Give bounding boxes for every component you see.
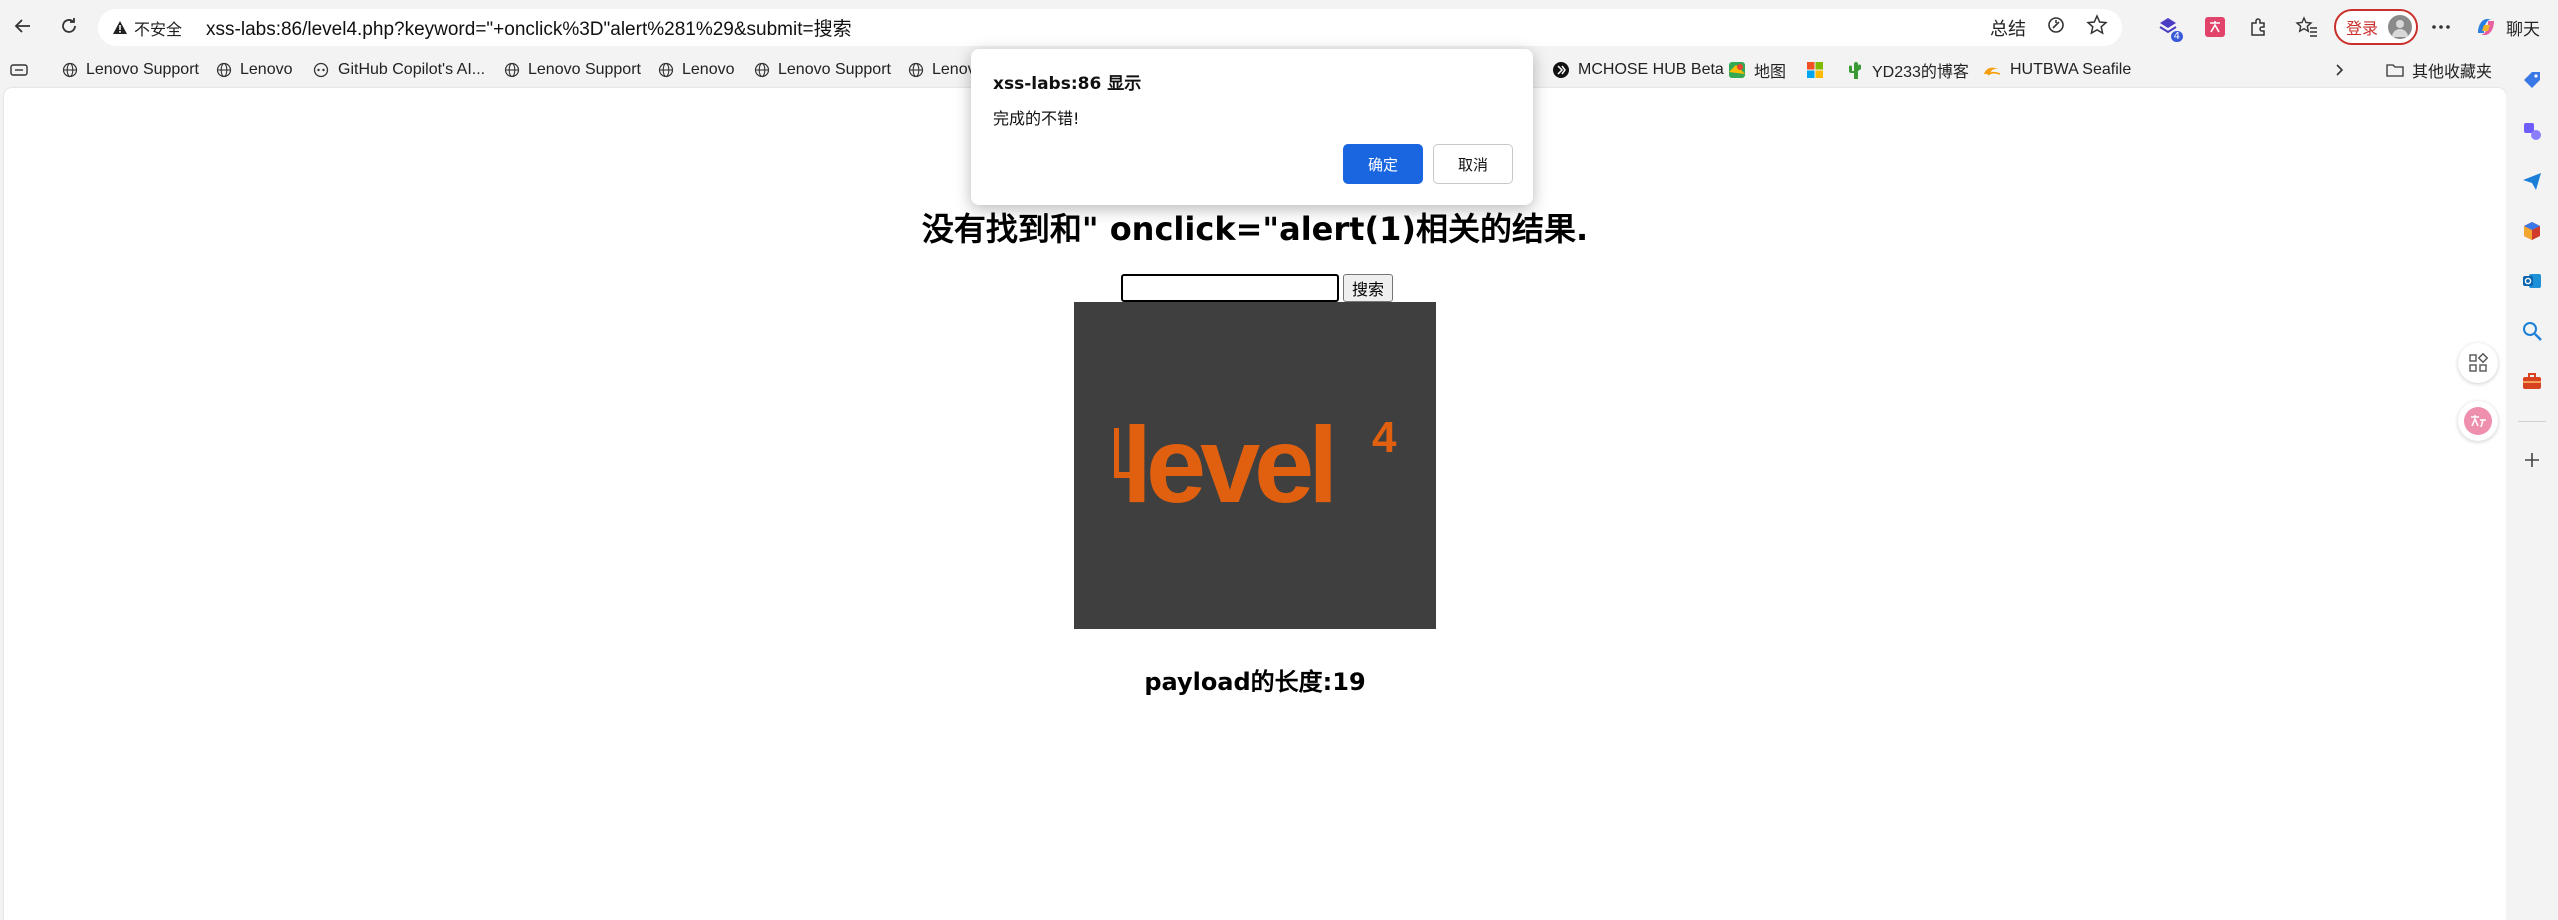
tag-icon[interactable] <box>2519 67 2545 93</box>
send-icon[interactable] <box>2519 168 2545 194</box>
games-icon[interactable] <box>2519 118 2545 144</box>
favorites-icon[interactable] <box>2292 12 2322 42</box>
bookmark-item[interactable]: GitHub Copilot's AI... <box>312 59 485 81</box>
avatar-icon <box>2388 15 2412 39</box>
seafile-icon <box>1984 67 2001 76</box>
mchose-icon <box>1553 62 1569 78</box>
extension-icon[interactable]: 4 <box>2153 12 2183 42</box>
bookmark-item[interactable]: Lenovo <box>658 59 735 81</box>
copilot-chat-button[interactable]: 聊天 <box>2472 12 2540 42</box>
globe-icon <box>658 62 674 78</box>
bookmark-item[interactable]: 地图 <box>1728 59 1786 81</box>
other-bookmarks-folder[interactable]: 其他收藏夹 <box>2386 59 2492 81</box>
ok-button[interactable]: 确定 <box>1343 144 1423 184</box>
security-label: 不安全 <box>134 19 183 39</box>
bookmark-label: GitHub Copilot's AI... <box>338 61 486 78</box>
bookmark-label: Lenovo <box>682 61 735 78</box>
alert-dialog: xss-labs:86 显示 完成的不错! 确定 取消 <box>971 49 1533 205</box>
bookmark-label: YD233的博客 <box>1872 64 1969 81</box>
globe-icon <box>754 62 770 78</box>
bookmark-item[interactable]: Lenovo Support <box>62 59 199 81</box>
bookmark-label: MCHOSE HUB Beta <box>1578 61 1724 78</box>
extension-badge: 4 <box>2170 31 2183 42</box>
bookmark-item[interactable]: Lenovo Support <box>754 59 891 81</box>
search-icon[interactable] <box>2519 318 2545 344</box>
bookmark-item[interactable]: Lenov <box>908 59 976 81</box>
bookmark-label: HUTBWA Seafile <box>2010 61 2132 78</box>
cactus-icon <box>1849 62 1861 79</box>
globe-icon <box>908 62 924 78</box>
result-heading: 没有找到和" onclick="alert(1)相关的结果. <box>921 210 1589 248</box>
bookmark-item[interactable]: MCHOSE HUB Beta <box>1552 59 1724 81</box>
level-logo-number: 4 <box>1372 413 1397 462</box>
url-text[interactable]: xss-labs:86/level4.php?keyword="+onclick… <box>206 14 852 41</box>
back-arrow-icon[interactable] <box>10 13 36 39</box>
chat-label: 聊天 <box>2506 19 2540 40</box>
cancel-button[interactable]: 取消 <box>1433 144 1513 184</box>
office-icon[interactable] <box>2519 218 2545 244</box>
outlook-icon[interactable] <box>2519 268 2545 294</box>
other-bookmarks-label: 其他收藏夹 <box>2412 64 2493 81</box>
copilot-icon <box>313 62 329 78</box>
summary-button[interactable]: 总结 <box>1990 15 2026 41</box>
bookmark-item[interactable]: YD233的博客 <box>1846 59 1969 81</box>
bookmark-label: 地图 <box>1754 64 1787 81</box>
side-panel <box>2506 55 2558 920</box>
extensions-puzzle-icon[interactable] <box>2244 12 2274 42</box>
side-panel-divider <box>2518 421 2546 422</box>
alert-message: 完成的不错! <box>993 109 1080 128</box>
bookmark-item[interactable] <box>1806 59 1832 81</box>
bookmark-label: Lenovo Support <box>778 61 891 78</box>
globe-icon <box>504 62 520 78</box>
add-icon[interactable] <box>2519 447 2545 473</box>
keyword-input[interactable] <box>1121 274 1339 302</box>
translate-float-icon[interactable] <box>2458 401 2498 441</box>
globe-icon <box>62 62 78 78</box>
reload-icon[interactable] <box>56 13 82 39</box>
copilot-icon <box>2478 19 2494 35</box>
bookmarks-collapse-icon[interactable] <box>10 59 36 81</box>
bookmark-label: Lenovo Support <box>528 61 641 78</box>
login-label: 登录 <box>2346 19 2379 38</box>
reading-mode-icon[interactable] <box>2046 15 2066 40</box>
translate-extension-icon[interactable] <box>2200 12 2230 42</box>
login-button[interactable]: 登录 <box>2334 9 2418 45</box>
level-logo-text: level <box>1122 404 1332 525</box>
search-form: 搜索 <box>1121 272 1394 304</box>
bookmark-item[interactable]: HUTBWA Seafile <box>1982 59 2131 81</box>
page-viewport: 没有找到和" onclick="alert(1)相关的结果. 搜索 level … <box>4 88 2506 920</box>
alert-title: xss-labs:86 显示 <box>993 74 1142 94</box>
bookmark-item[interactable]: Lenovo Support <box>504 59 641 81</box>
favorite-star-icon[interactable] <box>2086 14 2108 41</box>
map-icon <box>1729 62 1745 78</box>
bookmark-label: Lenov <box>932 61 976 78</box>
globe-icon <box>216 62 232 78</box>
level-image: level 4 <box>1074 302 1436 629</box>
bookmark-label: Lenovo Support <box>86 61 199 78</box>
payload-length-text: payload的长度:19 <box>1144 668 1366 696</box>
browser-toolbar: 不安全 xss-labs:86/level4.php?keyword="+onc… <box>0 0 2558 55</box>
folder-icon <box>2386 64 2404 77</box>
more-options-icon[interactable] <box>2426 12 2456 42</box>
bookmarks-overflow-chevron-icon[interactable] <box>2332 59 2354 81</box>
bookmark-label: Lenovo <box>240 61 293 78</box>
warning-icon <box>113 20 127 34</box>
bookmark-item[interactable]: Lenovo <box>216 59 293 81</box>
microsoft-icon <box>1807 62 1823 78</box>
toolbox-icon[interactable] <box>2519 368 2545 394</box>
apps-grid-icon[interactable] <box>2458 343 2498 383</box>
security-indicator[interactable]: 不安全 <box>112 16 182 40</box>
address-bar[interactable]: 不安全 xss-labs:86/level4.php?keyword="+onc… <box>98 9 2122 46</box>
search-button[interactable]: 搜索 <box>1343 274 1394 302</box>
